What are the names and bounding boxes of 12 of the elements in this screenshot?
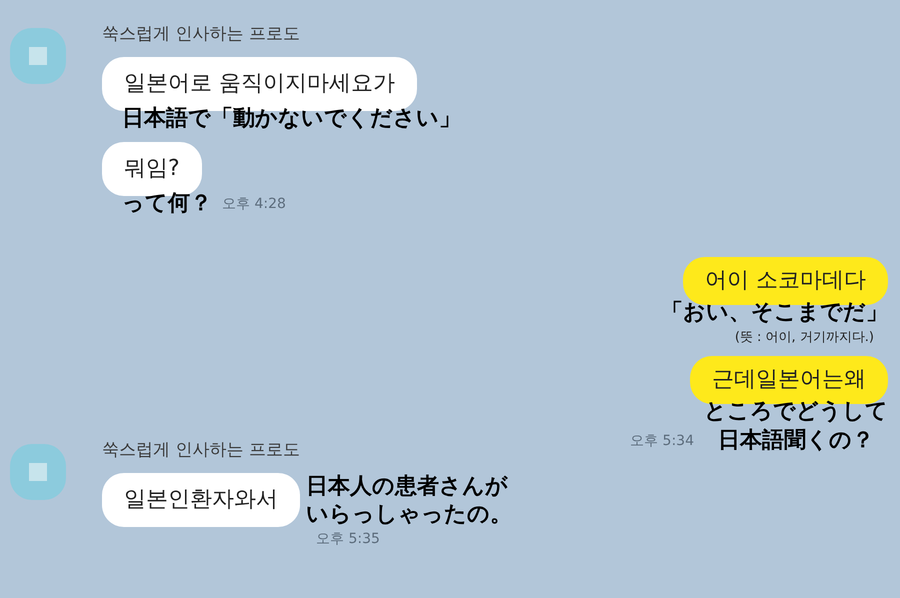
message-bubble: 일본인환자와서 <box>102 472 300 527</box>
sender-name: 쑥스럽게 인사하는 프로도 <box>102 438 301 461</box>
message-time: 오후 4:28 <box>222 194 286 214</box>
message-time: 오후 5:35 <box>315 530 381 548</box>
avatar-icon <box>10 28 66 84</box>
translation-text: 日本語聞くの？ <box>717 426 875 455</box>
translation-text: 日本人の患者さんが <box>306 472 509 501</box>
avatar-icon <box>10 444 66 500</box>
message-time: 오후 5:34 <box>630 432 694 451</box>
sender-name: 쑥스럽게 인사하는 프로도 <box>102 23 301 45</box>
meaning-note: (뜻 : 어이, 거기까지다.) <box>734 328 874 346</box>
translation-text: いらっしゃったの。 <box>306 501 512 530</box>
